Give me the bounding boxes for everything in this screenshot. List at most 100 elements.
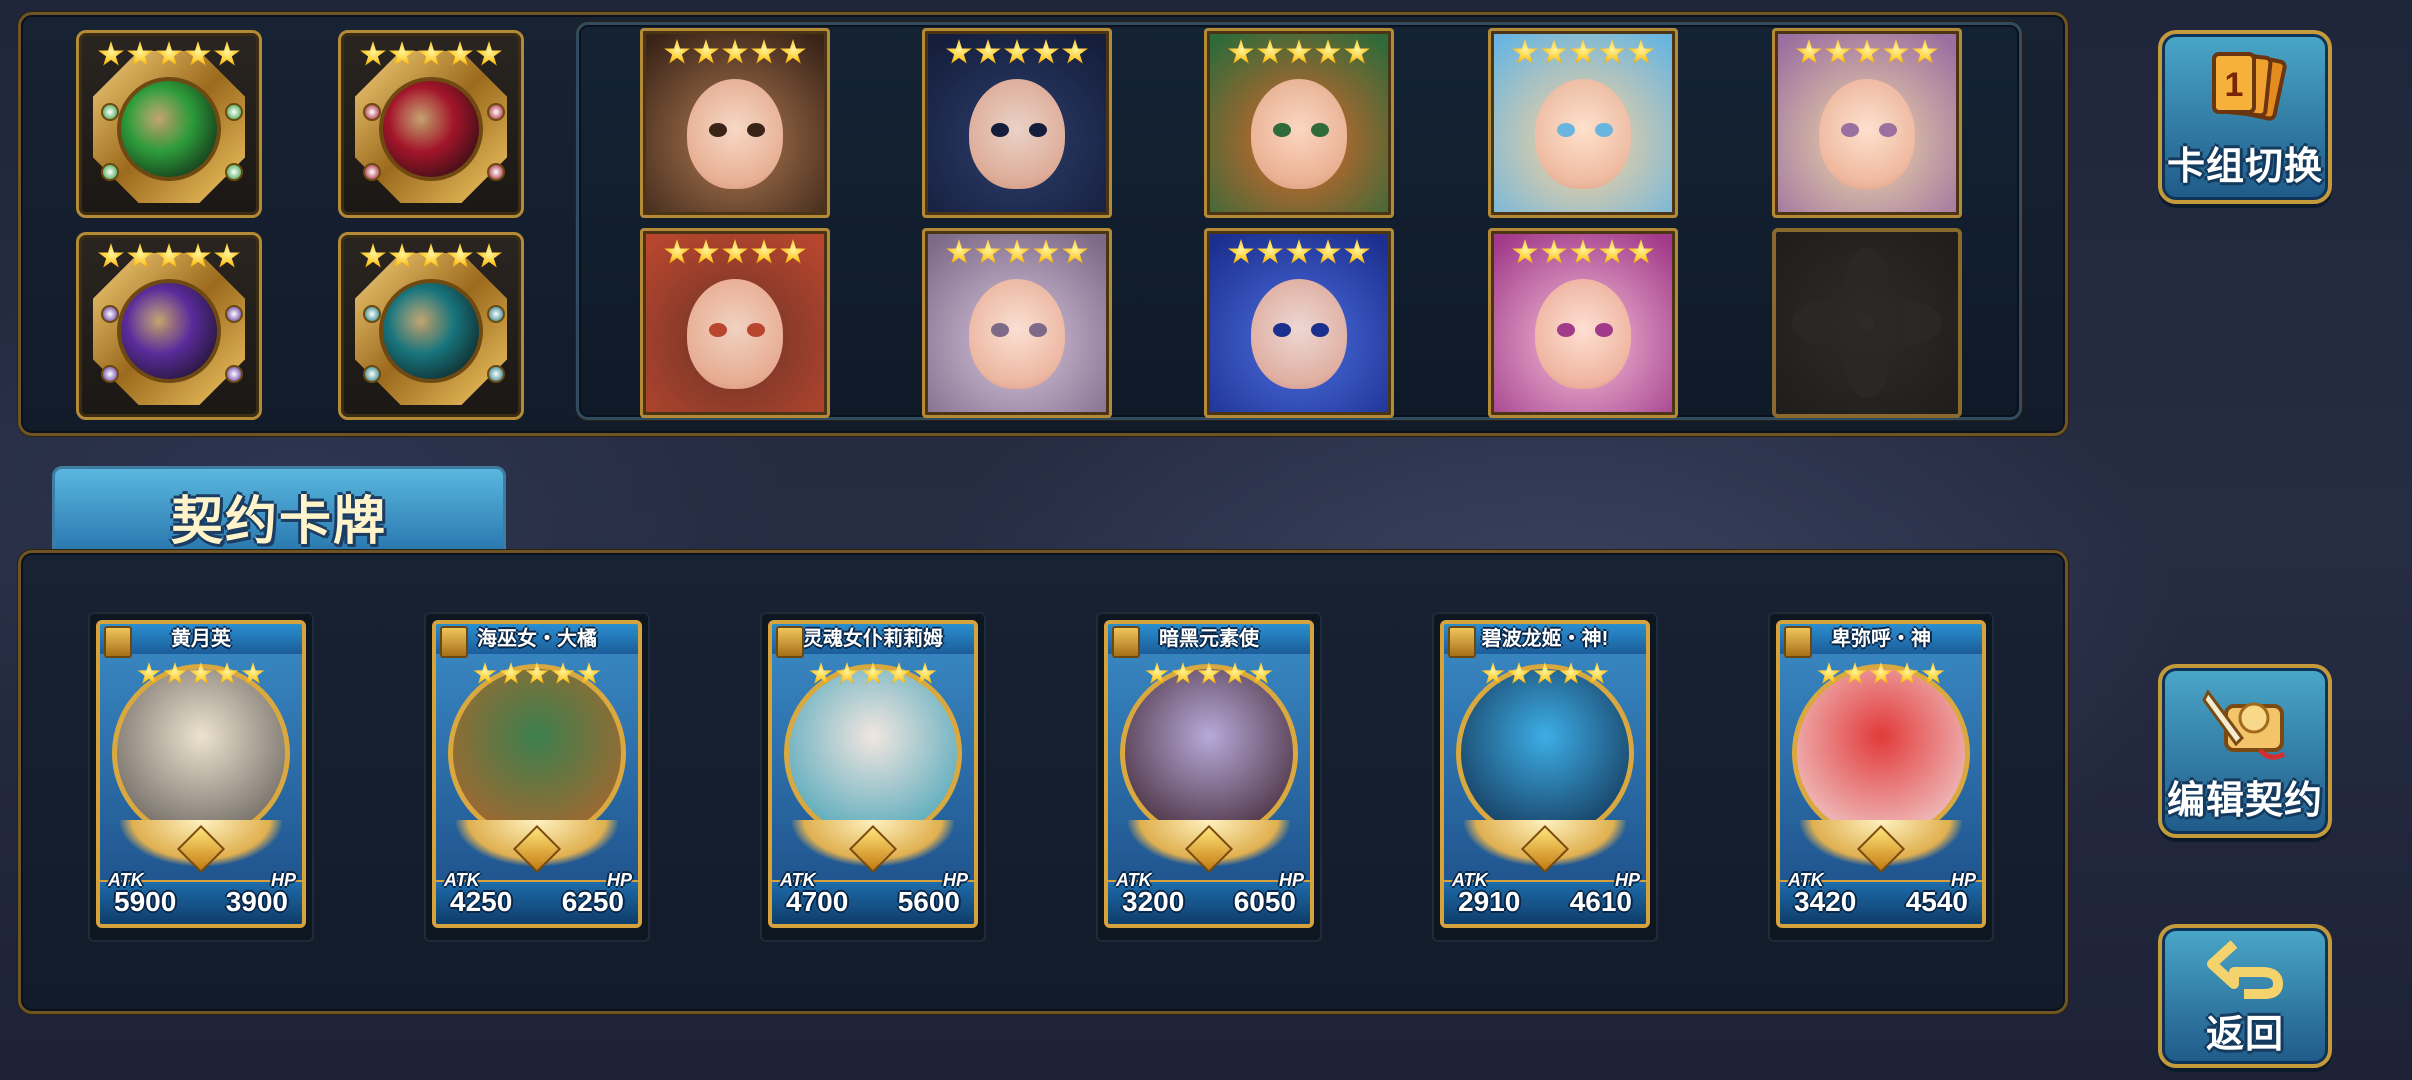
contract-card[interactable]: 暗黑元素使 ATK HP 3200 6050 [1104, 620, 1314, 928]
gem-icon [487, 365, 505, 383]
star-rating [436, 662, 638, 686]
gem-icon [101, 103, 119, 121]
edit-contract-button[interactable]: 编辑契约 [2158, 664, 2332, 838]
green-pentagram-emblem[interactable] [76, 30, 262, 218]
hp-value: 4610 [1569, 886, 1632, 917]
empty-portrait-slot[interactable] [1772, 228, 1962, 418]
star-icon [525, 662, 549, 684]
card-art [1120, 664, 1298, 842]
portrait-blue-ghost-girl[interactable] [1204, 228, 1394, 418]
card-art [1792, 664, 1970, 842]
contract-card-slot[interactable]: 灵魂女仆莉莉姆 ATK HP 4700 5600 [760, 612, 986, 942]
contract-card[interactable]: 海巫女・大橘 ATK HP 4250 6250 [432, 620, 642, 928]
gem-icon [225, 305, 243, 323]
star-icon [1599, 39, 1625, 64]
portrait-white-hair-girl[interactable] [922, 228, 1112, 418]
star-icon [1257, 239, 1283, 264]
star-icon [1315, 39, 1341, 64]
emblem-core [379, 279, 483, 383]
star-icon [1533, 662, 1557, 684]
portrait-blonde-girl[interactable] [1772, 28, 1962, 218]
gem-icon [487, 305, 505, 323]
portrait-blonde-laughing-girl[interactable] [1488, 228, 1678, 418]
star-icon [1481, 662, 1505, 684]
star-icon [473, 662, 497, 684]
contract-card-slot[interactable]: 碧波龙姬・神! ATK HP 2910 4610 [1432, 612, 1658, 942]
portrait-brown-hair-girl[interactable] [640, 28, 830, 218]
back-button[interactable]: 返回 [2158, 924, 2332, 1068]
star-rating [100, 662, 302, 686]
teal-urchin-emblem[interactable] [338, 232, 524, 420]
star-icon [1344, 39, 1370, 64]
tab-label: 契约卡牌 [170, 493, 387, 551]
contract-card-slot[interactable]: 卑弥呼・神 ATK HP 3420 4540 [1768, 612, 1994, 942]
star-icon [1033, 39, 1059, 64]
star-icon [156, 243, 182, 268]
purple-vortex-emblem[interactable] [76, 232, 262, 420]
star-icon [1507, 662, 1531, 684]
character-face [687, 279, 783, 390]
eye [1557, 123, 1575, 137]
star-icon [1599, 239, 1625, 264]
portrait-dark-teal-hair-girl[interactable] [922, 28, 1112, 218]
gem-icon [487, 163, 505, 181]
eye [1311, 323, 1329, 337]
star-icon [1197, 662, 1221, 684]
eye [1273, 123, 1291, 137]
contract-cards-tab[interactable]: 契约卡牌 [52, 466, 506, 551]
star-icon [137, 662, 161, 684]
star-icon [1585, 662, 1609, 684]
star-icon [156, 41, 182, 66]
star-rating [341, 243, 521, 270]
contract-card[interactable]: 黄月英 ATK HP 5900 3900 [96, 620, 306, 928]
star-icon [577, 662, 601, 684]
hp-value: 3900 [225, 886, 288, 917]
contract-card-slot[interactable]: 黄月英 ATK HP 5900 3900 [88, 612, 314, 942]
character-face [687, 79, 783, 190]
star-icon [1223, 662, 1247, 684]
contract-card-slot[interactable]: 暗黑元素使 ATK HP 3200 6050 [1096, 612, 1322, 942]
gem-icon [487, 103, 505, 121]
portrait-red-curly-hair-girl[interactable] [1204, 28, 1394, 218]
star-icon [1570, 39, 1596, 64]
book-icon [776, 626, 804, 658]
star-icon [1854, 39, 1880, 64]
star-icon [551, 662, 575, 684]
gem-icon [101, 305, 119, 323]
star-rating [643, 239, 827, 266]
eye [1595, 323, 1613, 337]
star-icon [1817, 662, 1841, 684]
star-icon [780, 239, 806, 264]
star-rating [643, 39, 827, 66]
star-icon [1315, 239, 1341, 264]
star-icon [360, 243, 386, 268]
star-icon [975, 239, 1001, 264]
atk-value: 5900 [114, 886, 177, 917]
contract-card[interactable]: 卑弥呼・神 ATK HP 3420 4540 [1776, 620, 1986, 928]
contract-card-slot[interactable]: 海巫女・大橘 ATK HP 4250 6250 [424, 612, 650, 942]
red-dragon-emblem[interactable] [338, 30, 524, 218]
deck-switch-button[interactable]: 1 卡组切换 [2158, 30, 2332, 204]
character-face [1535, 79, 1631, 190]
gem-icon [225, 163, 243, 181]
star-icon [1004, 239, 1030, 264]
portrait-lucky-cat[interactable] [1488, 28, 1678, 218]
star-icon [476, 41, 502, 66]
atk-value: 3200 [1122, 886, 1185, 917]
star-rating [1108, 662, 1310, 686]
contract-card[interactable]: 碧波龙姬・神! ATK HP 2910 4610 [1440, 620, 1650, 928]
book-icon [440, 626, 468, 658]
star-icon [1912, 39, 1938, 64]
emblem-core [379, 77, 483, 181]
star-icon [1512, 39, 1538, 64]
contract-card[interactable]: 灵魂女仆莉莉姆 ATK HP 4700 5600 [768, 620, 978, 928]
star-icon [1171, 662, 1195, 684]
portrait-dark-hair-red-girl[interactable] [640, 228, 830, 418]
gem-icon [363, 305, 381, 323]
atk-value: 2910 [1458, 886, 1521, 917]
deck-switch-label: 卡组切换 [2166, 146, 2323, 188]
star-icon [693, 239, 719, 264]
star-icon [1286, 39, 1312, 64]
card-art [448, 664, 626, 842]
star-icon [1628, 39, 1654, 64]
